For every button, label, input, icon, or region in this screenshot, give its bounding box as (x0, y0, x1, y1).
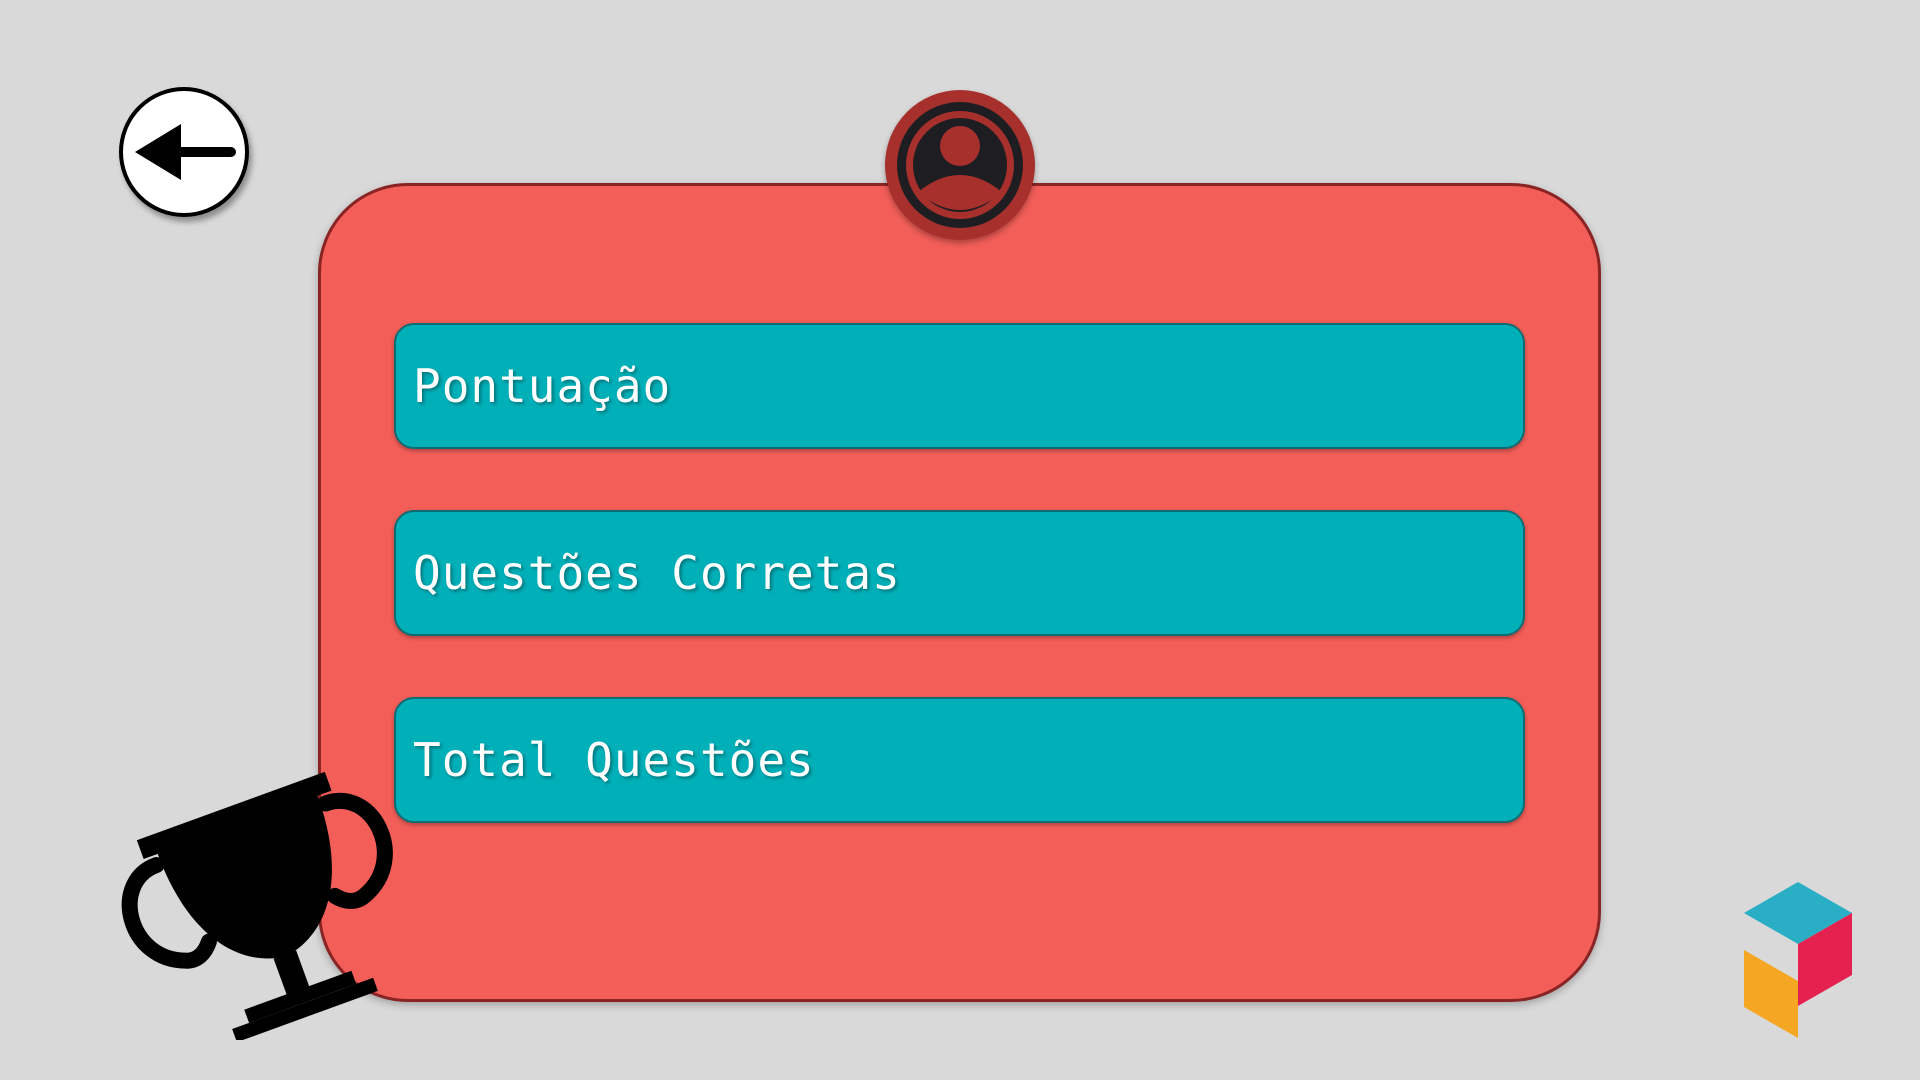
correct-questions-field: Questões Corretas (394, 510, 1525, 636)
total-questions-field: Total Questões (394, 697, 1525, 823)
trophy-icon (121, 771, 393, 1040)
total-questions-label: Total Questões (413, 733, 815, 787)
score-label: Pontuação (413, 359, 672, 413)
correct-questions-label: Questões Corretas (413, 546, 901, 600)
score-field: Pontuação (394, 323, 1525, 449)
user-avatar-icon (897, 102, 1023, 228)
profile-avatar[interactable] (885, 90, 1035, 240)
arrow-left-icon (135, 124, 236, 180)
back-button[interactable] (119, 87, 249, 217)
cube-logo-icon (1744, 882, 1852, 1038)
